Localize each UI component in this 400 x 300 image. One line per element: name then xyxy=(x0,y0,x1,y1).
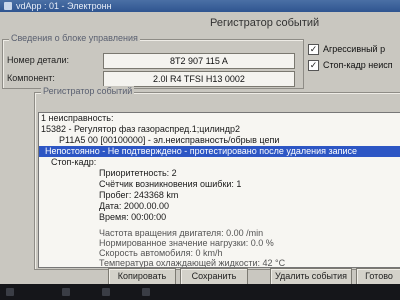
window-title: vdApp : 01 - Электронн xyxy=(16,1,112,11)
log-line[interactable]: Счётчик возникновения ошибки: 1 xyxy=(99,179,241,190)
log-line[interactable]: 1 неисправность: xyxy=(41,113,113,124)
aggressive-mode-checkbox[interactable]: ✓ xyxy=(308,44,319,56)
freeze-frame-checkbox[interactable]: ✓ xyxy=(308,60,319,72)
log-line[interactable]: Приоритетность: 2 xyxy=(99,168,177,179)
event-log-window: Регистратор событий Сведения о блоке упр… xyxy=(0,12,400,285)
log-line[interactable]: P11A5 00 [00100000] - эл.неисправность/о… xyxy=(59,135,279,146)
taskbar-app-icon[interactable] xyxy=(62,288,70,296)
done-button[interactable]: Готово xyxy=(356,268,400,285)
freeze-frame-option[interactable]: ✓ Стоп-кадр неисп xyxy=(308,60,393,72)
event-log-list[interactable]: 1 неисправность: 15382 - Регулятор фаз г… xyxy=(38,112,400,268)
log-line[interactable]: 15382 - Регулятор фаз газораспред.1;цили… xyxy=(41,124,240,135)
taskbar-app-icon[interactable] xyxy=(142,288,150,296)
freeze-frame-label: Стоп-кадр неисп xyxy=(323,60,393,70)
app-icon xyxy=(4,2,12,10)
title-bar: vdApp : 01 - Электронн xyxy=(0,0,400,12)
taskbar xyxy=(0,284,400,300)
log-line[interactable]: Время: 00:00:00 xyxy=(99,212,166,223)
start-icon[interactable] xyxy=(6,288,14,296)
delete-events-button[interactable]: Удалить события xyxy=(270,268,352,285)
aggressive-mode-option[interactable]: ✓ Агрессивный р xyxy=(308,44,386,56)
log-line[interactable]: Дата: 2000.00.00 xyxy=(99,201,169,212)
control-unit-group-label: Сведения о блоке управления xyxy=(9,33,140,43)
control-unit-group: Сведения о блоке управления Номер детали… xyxy=(2,33,304,89)
taskbar-app-icon[interactable] xyxy=(102,288,110,296)
log-line[interactable]: Пробег: 243368 km xyxy=(99,190,178,201)
dialog-title: Регистратор событий xyxy=(210,17,320,29)
log-line-selected[interactable]: Непостоянно - Не подтверждено - протести… xyxy=(39,146,400,157)
component-label: Компонент: xyxy=(7,73,55,83)
aggressive-mode-label: Агрессивный р xyxy=(323,44,386,54)
copy-button[interactable]: Копировать xyxy=(108,268,176,285)
log-line[interactable]: Стоп-кадр: xyxy=(51,157,96,168)
event-log-group-label: Регистратор событий xyxy=(41,86,135,96)
component-field: 2.0l R4 TFSI H13 0002 xyxy=(103,71,295,87)
part-number-field: 8T2 907 115 A xyxy=(103,53,295,69)
log-line[interactable]: Температура охлаждающей жидкости: 42 °C xyxy=(99,258,285,267)
part-number-label: Номер детали: xyxy=(7,55,69,65)
save-button[interactable]: Сохранить xyxy=(180,268,248,285)
